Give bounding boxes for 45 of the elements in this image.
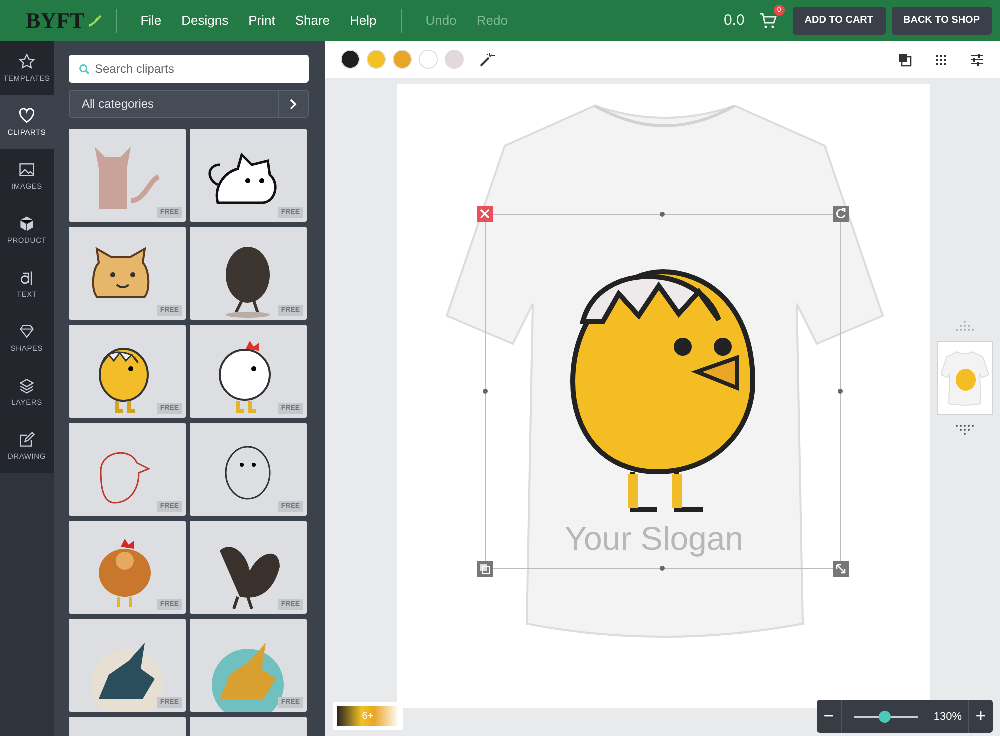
leaf-icon xyxy=(88,14,102,26)
layers-icon xyxy=(18,377,36,395)
arrow-down-icon[interactable] xyxy=(953,424,977,436)
menu-item[interactable]: Print xyxy=(238,13,286,28)
selection-frame[interactable] xyxy=(485,214,841,569)
cart-total: 0.0 xyxy=(724,12,745,29)
menu-item[interactable]: Share xyxy=(285,13,340,28)
handle-icon[interactable] xyxy=(483,389,488,394)
resize-icon[interactable] xyxy=(833,561,849,577)
color-swatch[interactable] xyxy=(445,50,464,69)
color-swatch[interactable] xyxy=(367,50,386,69)
zoom-out-button[interactable]: − xyxy=(817,700,841,733)
menu-item[interactable]: Designs xyxy=(172,13,239,28)
image-icon xyxy=(18,161,36,179)
menu-item[interactable]: Help xyxy=(340,13,387,28)
settings-icon[interactable] xyxy=(970,52,984,66)
color-swatch[interactable] xyxy=(393,50,412,69)
cube-icon xyxy=(18,215,36,233)
rotate-icon[interactable] xyxy=(833,206,849,222)
search-field[interactable]: Search cliparts xyxy=(69,55,309,83)
magic-wand-icon[interactable] xyxy=(479,52,495,68)
slogan-text: Your Slogan xyxy=(565,520,744,558)
shop-button[interactable]: ADD TO CART xyxy=(792,6,886,34)
grid-icon[interactable] xyxy=(935,54,947,66)
shop-button[interactable]: BACK TO SHOP xyxy=(892,6,992,34)
menu-item[interactable]: File xyxy=(130,13,172,28)
handle-icon[interactable] xyxy=(838,389,843,394)
zoom-reading: 130% xyxy=(934,710,962,722)
close-icon[interactable] xyxy=(477,206,493,222)
color-swatch[interactable] xyxy=(341,50,360,69)
layers-icon[interactable] xyxy=(477,561,493,577)
chevron-right-icon xyxy=(290,98,297,110)
slider-thumb[interactable] xyxy=(878,710,891,722)
zoom-in-button[interactable]: + xyxy=(969,700,993,733)
pencil-icon xyxy=(18,431,36,449)
handle-icon[interactable] xyxy=(660,566,665,571)
star-icon xyxy=(18,53,36,71)
view-thumbnail[interactable] xyxy=(938,342,992,414)
logo-text: BYFT xyxy=(26,8,85,34)
color-swatch[interactable] xyxy=(419,50,438,69)
heart-icon xyxy=(18,107,36,125)
cart-icon[interactable] xyxy=(758,12,777,28)
bring-front-icon[interactable] xyxy=(898,52,912,66)
diamond-icon xyxy=(18,323,36,341)
handle-icon[interactable] xyxy=(660,212,665,217)
